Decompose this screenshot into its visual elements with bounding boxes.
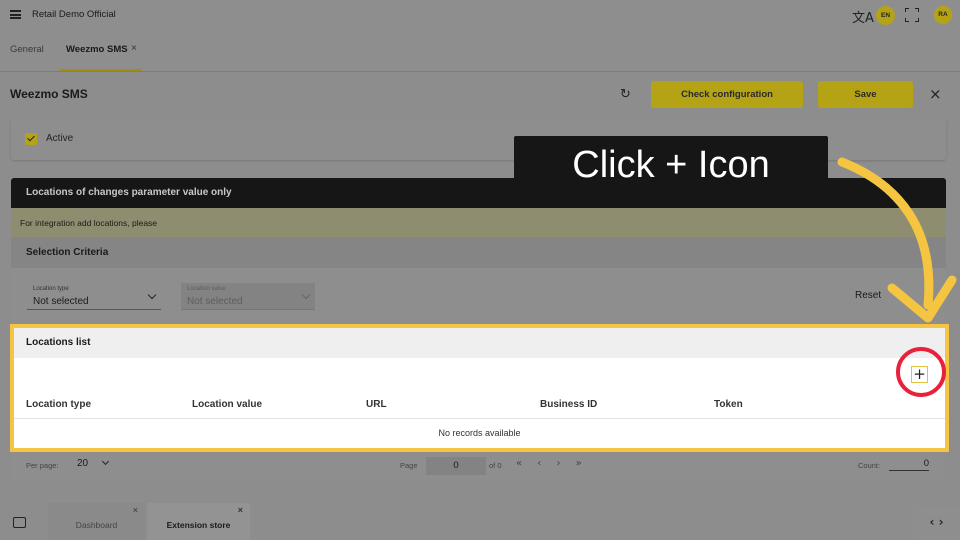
- highlight-ring: [896, 347, 946, 397]
- tutorial-arrow: [837, 157, 957, 323]
